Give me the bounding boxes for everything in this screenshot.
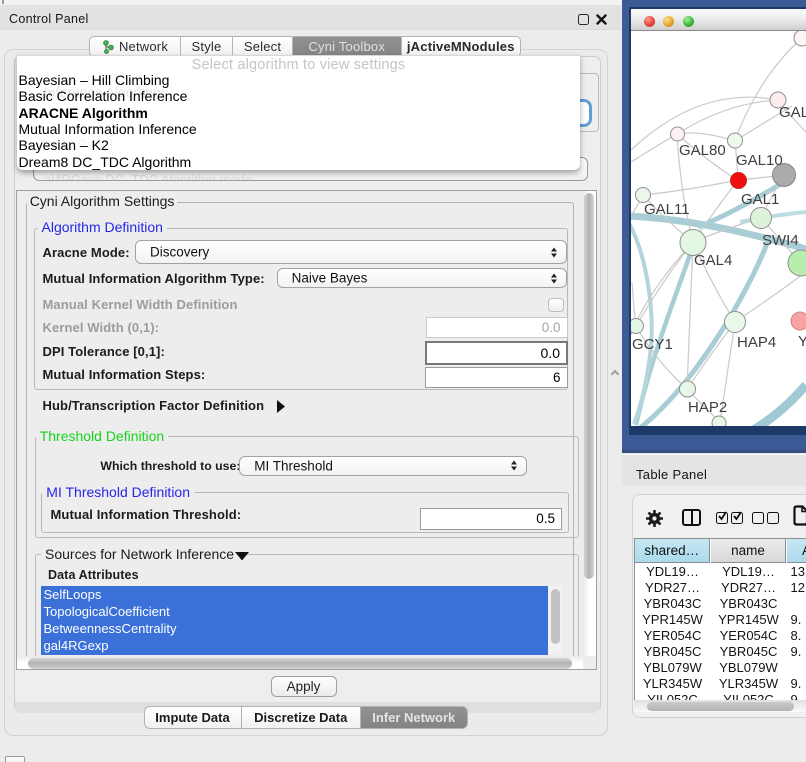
svg-text:GAL80: GAL80 [679,142,726,159]
svg-text:GAL4: GAL4 [694,252,732,269]
svg-text:SWI4: SWI4 [762,232,799,249]
svg-text:Y: Y [798,333,806,350]
svg-text:HAP2: HAP2 [688,399,727,416]
svg-text:HAP4: HAP4 [737,334,776,351]
svg-text:GAL11: GAL11 [644,201,690,218]
svg-text:GAL1: GAL1 [741,191,779,208]
svg-text:GCY1: GCY1 [632,336,673,353]
svg-text:GAL10: GAL10 [736,152,783,169]
svg-text:GAL: GAL [779,104,806,121]
